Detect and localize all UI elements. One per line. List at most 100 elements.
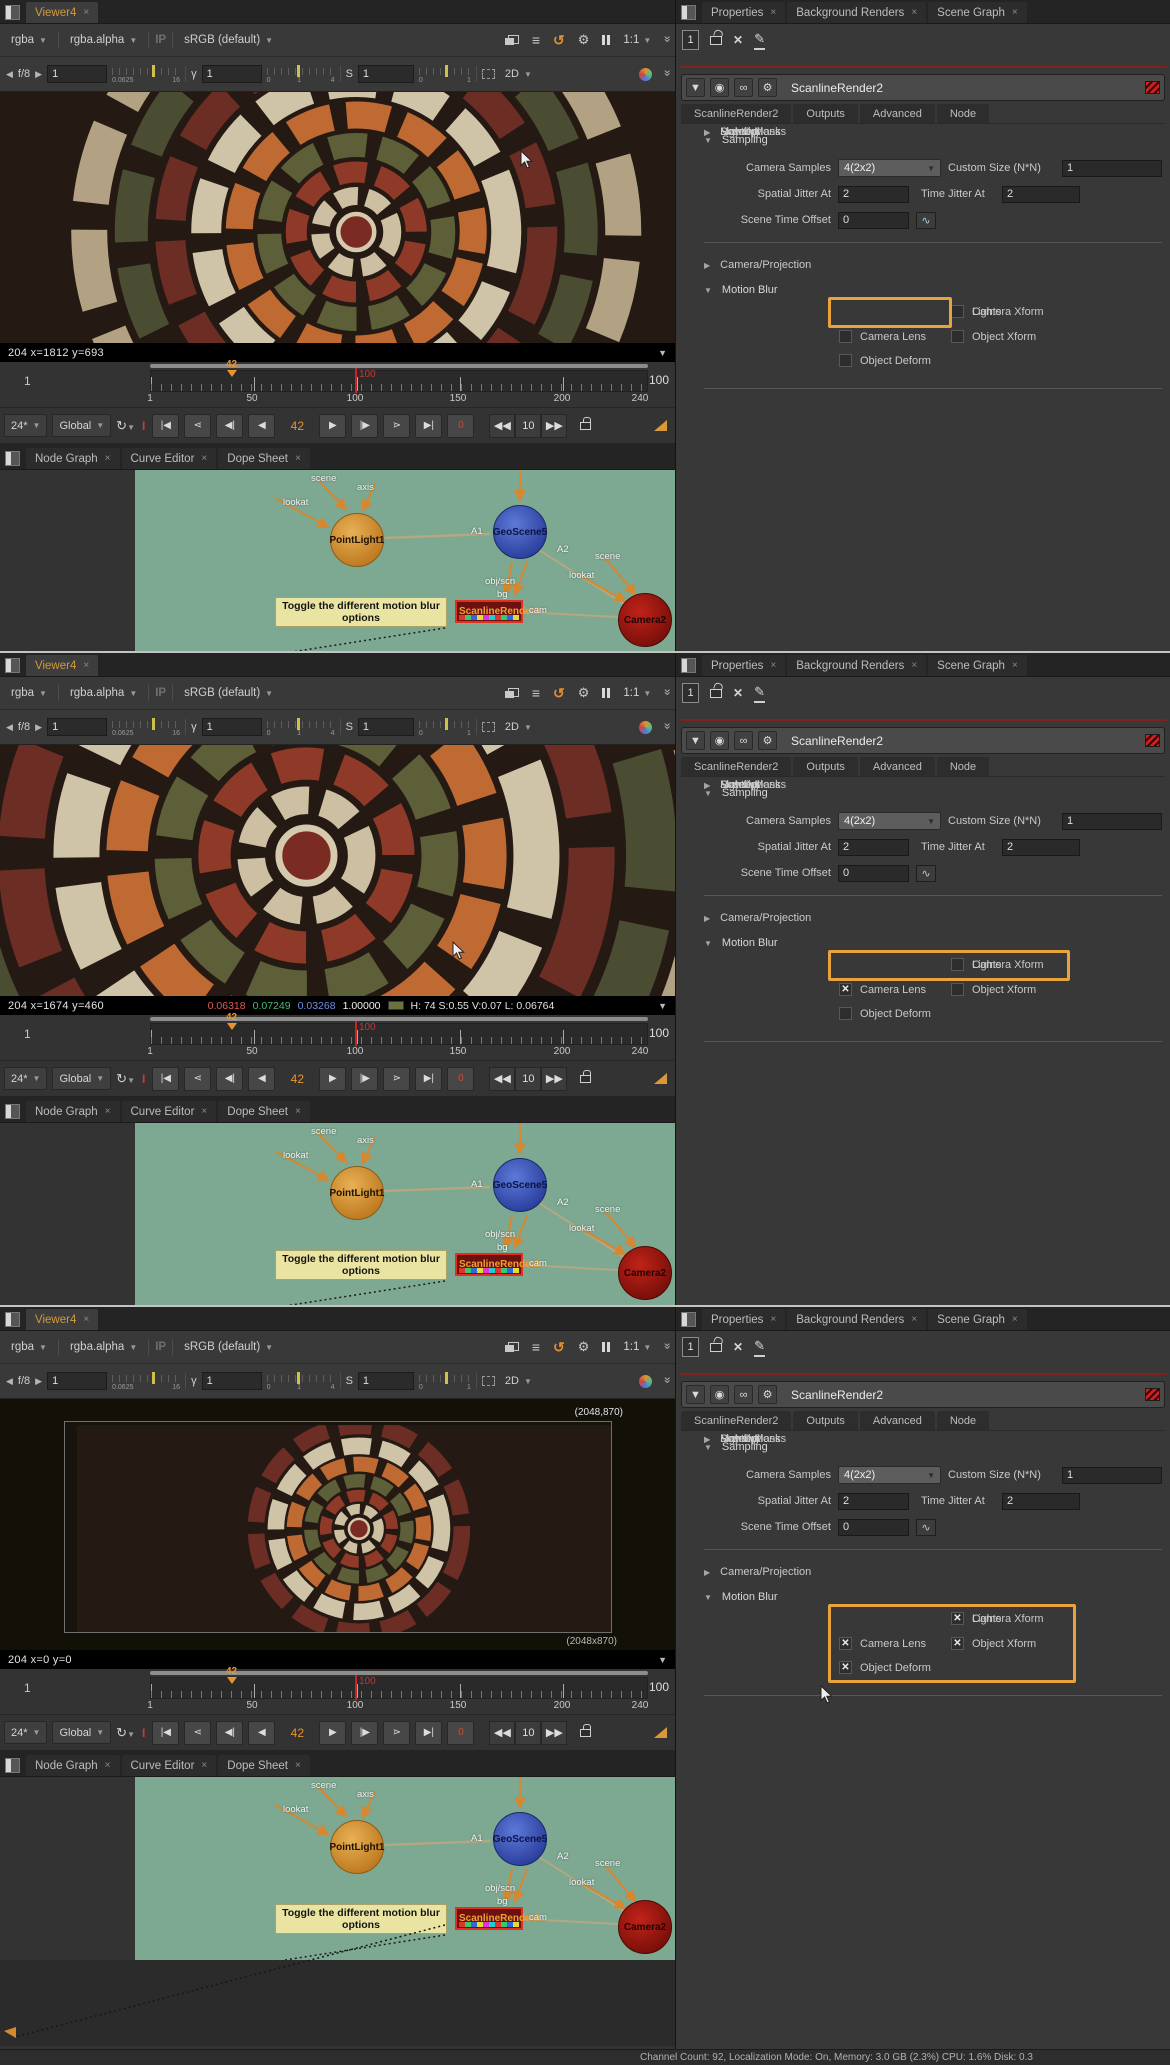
camera-samples-dropdown[interactable]: 4(2x2)▼ (838, 812, 941, 830)
node-pointlight[interactable]: PointLight1 (330, 1166, 384, 1220)
node-tab[interactable]: Outputs (793, 104, 858, 123)
close-icon[interactable]: × (83, 1314, 89, 1325)
menu-triangle-icon[interactable]: ▼ (686, 78, 705, 97)
gear-icon[interactable]: ⚙ (578, 32, 590, 48)
editor-tab[interactable]: Node Graph× (26, 448, 120, 469)
close-icon[interactable]: × (911, 660, 917, 671)
node-tab[interactable]: Node (937, 757, 989, 776)
curve-icon[interactable]: ∿ (916, 1519, 936, 1536)
properties-tab[interactable]: Background Renders× (787, 1309, 926, 1330)
properties-tab[interactable]: Scene Graph× (928, 2, 1027, 23)
collapse-chevrons-icon[interactable]: « (660, 38, 674, 43)
node-camera[interactable]: Camera2 (618, 1246, 672, 1300)
pause-icon[interactable] (602, 35, 610, 45)
close-icon[interactable]: × (295, 1106, 301, 1117)
node-glasses-icon[interactable]: ∞ (734, 1385, 753, 1404)
transport-back-button[interactable]: ⋖ (184, 1067, 211, 1091)
collapsed-group-header[interactable]: ▶ Scene Masks (704, 126, 786, 138)
sticky-note[interactable]: Toggle the different motion blur options (275, 1250, 447, 1280)
transport-forward-button[interactable]: |▶ (351, 1721, 378, 1745)
wrench-icon[interactable]: ⚙ (758, 731, 777, 750)
node-geoscene[interactable]: GeoScene5 (493, 1812, 547, 1866)
node-color-badge[interactable] (1145, 1388, 1160, 1401)
current-frame-field[interactable]: 42 (280, 419, 314, 433)
node-color-badge[interactable] (1145, 734, 1160, 747)
spatial-jitter-input[interactable]: 2 (838, 186, 909, 203)
node-tab[interactable]: Outputs (793, 757, 858, 776)
chevron-down-icon[interactable]: ▼ (658, 348, 667, 358)
monitor-output-icon[interactable] (505, 35, 519, 45)
close-icon[interactable]: × (295, 453, 301, 464)
pencil-icon[interactable]: ✎ (754, 31, 765, 50)
saturation-input[interactable]: 1 (358, 1372, 414, 1390)
node-tab[interactable]: ScanlineRender2 (681, 1411, 791, 1430)
playhead[interactable] (355, 368, 357, 393)
checkbox[interactable] (951, 330, 964, 343)
editor-tab[interactable]: Curve Editor× (122, 1755, 217, 1776)
timeline-ruler[interactable] (150, 370, 648, 392)
timeline-ruler[interactable] (150, 1677, 648, 1699)
transport-back-button[interactable]: ◀| (216, 414, 243, 438)
node-color-badge[interactable] (1145, 81, 1160, 94)
timeline-scrollbar[interactable] (150, 1017, 648, 1021)
in-point-marker[interactable]: I (140, 419, 147, 433)
node-scanlinerender[interactable]: ScanlineRender2 (455, 600, 523, 623)
frame-decrement-button[interactable]: ◀◀ (489, 1067, 515, 1091)
roi-icon[interactable] (482, 722, 495, 732)
frame-range-dropdown[interactable]: Global▼ (52, 414, 111, 437)
loop-mode-icon[interactable]: ↻▼ (116, 418, 135, 434)
scene-time-offset-input[interactable]: 0 (838, 865, 909, 882)
frame-advance-button[interactable]: ▶▶ (541, 1067, 567, 1091)
menu-icon[interactable]: ≡ (532, 1342, 540, 1352)
panel-stack-count[interactable]: 1 (682, 683, 699, 703)
motion-blur-group-header[interactable]: ▼ Motion Blur (704, 284, 778, 296)
time-jitter-input[interactable]: 2 (1002, 839, 1080, 856)
curve-icon[interactable]: ∿ (916, 865, 936, 882)
gain-input[interactable]: 1 (47, 1372, 107, 1390)
node-graph-canvas[interactable]: lookat scene axis PointLight1 A1 GeoScen… (135, 1777, 675, 1960)
motion-blur-option[interactable]: Lights (951, 305, 1001, 318)
editor-tab[interactable]: Dope Sheet× (218, 1101, 310, 1122)
close-icon[interactable]: × (105, 453, 111, 464)
gain-prev-icon[interactable]: ◀ (6, 722, 13, 733)
zoom-level-dropdown[interactable]: 1:1▼ (623, 687, 651, 699)
checkbox[interactable] (839, 1007, 852, 1020)
lock-icon[interactable] (580, 1075, 591, 1083)
refresh-icon[interactable]: ↺ (553, 32, 565, 49)
close-icon[interactable]: × (295, 1760, 301, 1771)
transport-forward-button[interactable]: ⋗ (383, 414, 410, 438)
gamma-input[interactable]: 1 (202, 65, 262, 83)
node-pointlight[interactable]: PointLight1 (330, 1820, 384, 1874)
transport-forward-button[interactable]: ▶| (415, 414, 442, 438)
node-tab[interactable]: Advanced (860, 1411, 935, 1430)
close-icon[interactable]: × (770, 660, 776, 671)
transport-back-button[interactable]: ◀| (216, 1067, 243, 1091)
refresh-icon[interactable]: ↺ (553, 1339, 565, 1356)
center-node-icon[interactable]: ◉ (710, 78, 729, 97)
motion-blur-option[interactable]: ✕ Camera Lens (839, 983, 926, 996)
loop-mode-icon[interactable]: ↻▼ (116, 1725, 135, 1741)
chevron-down-icon[interactable]: ▼ (658, 1655, 667, 1665)
panel-menu-icon[interactable] (5, 1104, 20, 1119)
close-icon[interactable]: × (911, 1314, 917, 1325)
panel-menu-icon[interactable] (5, 658, 20, 673)
frame-increment-value[interactable]: 10 (515, 1721, 541, 1745)
color-wheel-icon[interactable] (639, 721, 652, 734)
collapse-chevrons-icon[interactable]: « (660, 72, 674, 77)
checkbox[interactable] (951, 305, 964, 318)
close-icon[interactable]: × (1012, 7, 1018, 18)
monitor-output-icon[interactable] (505, 1342, 519, 1352)
current-frame-field[interactable]: 42 (280, 1072, 314, 1086)
motion-blur-group-header[interactable]: ▼ Motion Blur (704, 1591, 778, 1603)
fps-dropdown[interactable]: 24*▼ (4, 414, 47, 437)
close-icon[interactable]: × (1012, 660, 1018, 671)
gain-input[interactable]: 1 (47, 718, 107, 736)
time-jitter-input[interactable]: 2 (1002, 186, 1080, 203)
close-icon[interactable]: × (83, 7, 89, 18)
transport-back-button[interactable]: |◀ (152, 1721, 179, 1745)
node-geoscene[interactable]: GeoScene5 (493, 1158, 547, 1212)
close-icon[interactable]: × (201, 1106, 207, 1117)
close-icon[interactable]: × (201, 1760, 207, 1771)
monitor-output-icon[interactable] (505, 688, 519, 698)
unlock-icon[interactable] (710, 36, 722, 45)
